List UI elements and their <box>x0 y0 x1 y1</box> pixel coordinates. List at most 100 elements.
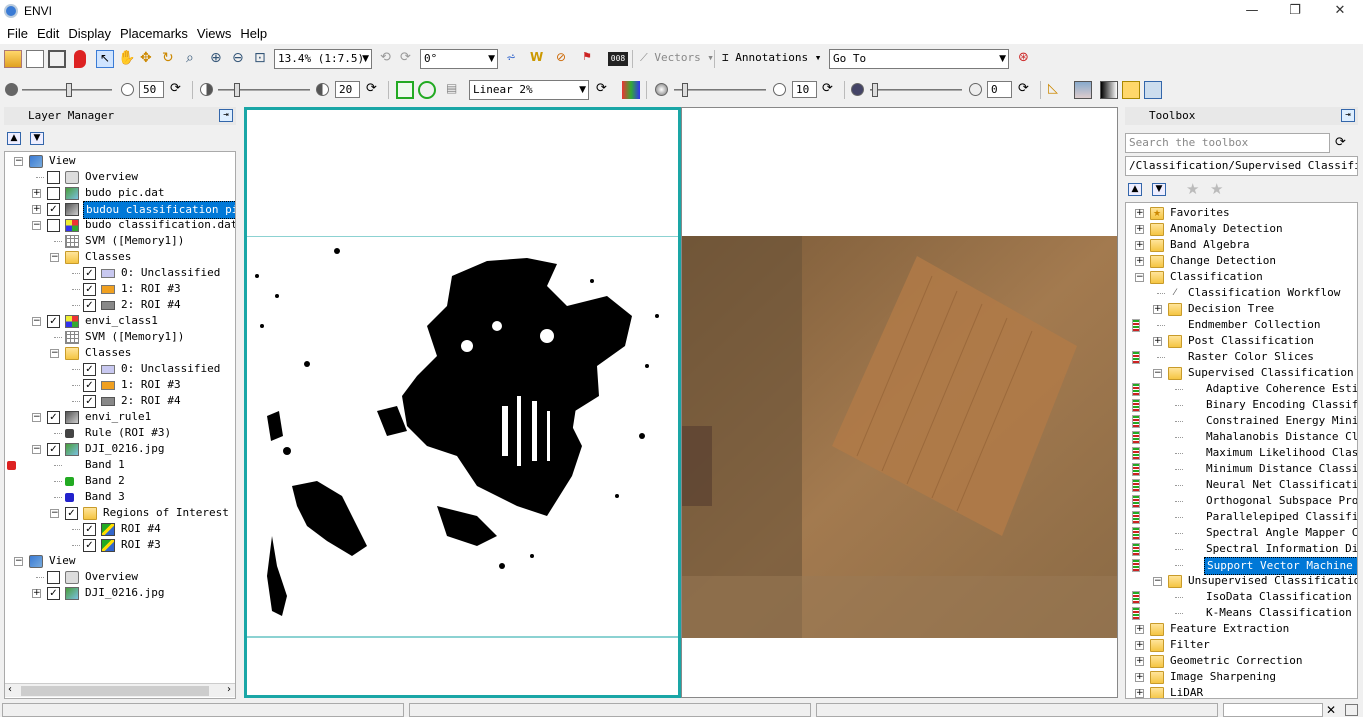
reset-stretch-icon[interactable]: ⟳ <box>596 81 614 99</box>
visibility-checkbox[interactable]: ✓ <box>65 507 78 520</box>
toolbox-row[interactable]: Adaptive Coherence Estima <box>1126 381 1357 397</box>
link-views-icon[interactable]: ⩫ <box>506 50 524 68</box>
layer-row[interactable]: ✓ 2: ROI #4 <box>5 393 235 409</box>
stretch-combo[interactable]: Linear 2% ▼ <box>469 80 589 100</box>
layer-row[interactable]: Band 3 <box>5 489 235 505</box>
toolbox-row[interactable]: + ★ Favorites <box>1126 205 1357 221</box>
layer-row[interactable]: − ✓ envi_rule1 <box>5 409 235 425</box>
open-file-icon[interactable] <box>4 50 22 68</box>
layer-row[interactable]: ✓ 1: ROI #3 <box>5 377 235 393</box>
toolbox-row[interactable]: − Unsupervised Classification <box>1126 573 1357 589</box>
layers-icon[interactable] <box>1122 81 1140 99</box>
layer-row[interactable]: Band 2 <box>5 473 235 489</box>
menu-placemarks[interactable]: Placemarks <box>120 26 188 41</box>
visibility-checkbox[interactable]: ✓ <box>83 267 96 280</box>
favorite-star-icon[interactable]: ★ <box>1186 180 1199 198</box>
toolbox-row[interactable]: + Image Sharpening <box>1126 669 1357 685</box>
pin-panel-icon[interactable]: ⇥ <box>219 109 233 122</box>
toolbox-row[interactable]: + Feature Extraction <box>1126 621 1357 637</box>
toolbox-row[interactable]: + Post Classification <box>1126 333 1357 349</box>
collapse-toggle-icon[interactable]: − <box>14 557 23 566</box>
toolbox-search-input[interactable]: Search the toolbox <box>1125 133 1330 153</box>
expand-toggle-icon[interactable]: + <box>1135 257 1144 266</box>
collapse-toggle-icon[interactable]: − <box>1153 577 1162 586</box>
collapse-toggle-icon[interactable]: − <box>50 509 59 518</box>
layer-row[interactable]: Overview <box>5 569 235 585</box>
goto-search-icon[interactable]: ⊛ <box>1018 50 1036 68</box>
toolbox-row[interactable]: Endmember Collection <box>1126 317 1357 333</box>
menu-edit[interactable]: Edit <box>37 26 59 41</box>
layer-row[interactable]: − ✓ Regions of Interest <box>5 505 235 521</box>
toolbox-row[interactable]: Mahalanobis Distance Clas <box>1126 429 1357 445</box>
collapse-toggle-icon[interactable]: − <box>32 317 41 326</box>
toolbox-row[interactable]: Spectral Information Dive <box>1126 541 1357 557</box>
layer-row[interactable]: Rule (ROI #3) <box>5 425 235 441</box>
layer-row[interactable]: + budo pic.dat <box>5 185 235 201</box>
view-2[interactable] <box>681 107 1118 698</box>
visibility-checkbox[interactable]: ✓ <box>83 379 96 392</box>
transparency-field[interactable]: 0 <box>987 81 1012 98</box>
chip-view-icon[interactable] <box>1074 81 1092 99</box>
toolbox-row[interactable]: Parallelepiped Classifica <box>1126 509 1357 525</box>
expand-toggle-icon[interactable]: + <box>1135 241 1144 250</box>
layer-row[interactable]: − budo classification.dat <box>5 217 235 233</box>
toolbox-row[interactable]: + Geometric Correction <box>1126 653 1357 669</box>
layer-row[interactable]: − View <box>5 553 235 569</box>
contrast-field[interactable]: 20 <box>335 81 360 98</box>
crop-icon[interactable] <box>48 50 66 68</box>
scroll-right-icon[interactable]: › <box>227 684 231 695</box>
brightness-field[interactable]: 50 <box>139 81 164 98</box>
visibility-checkbox[interactable]: ✓ <box>83 539 96 552</box>
collapse-toggle-icon[interactable]: − <box>1135 273 1144 282</box>
annotations-menu[interactable]: ⌶ Annotations ▾ <box>722 51 821 64</box>
goto-combo[interactable]: Go To ▼ <box>829 49 1009 69</box>
toolbox-row[interactable]: − Supervised Classification <box>1126 365 1357 381</box>
collapse-toggle-icon[interactable]: − <box>32 413 41 422</box>
collapse-toggle-icon[interactable]: − <box>14 157 23 166</box>
toolbox-row[interactable]: Maximum Likelihood Classi <box>1126 445 1357 461</box>
swipe-icon[interactable]: W <box>530 50 548 68</box>
expand-toggle-icon[interactable]: + <box>1153 305 1162 314</box>
visibility-checkbox[interactable]: ✓ <box>83 523 96 536</box>
layer-row[interactable]: ✓ 0: Unclassified <box>5 361 235 377</box>
toolbox-row[interactable]: Support Vector Machine Cl <box>1126 557 1357 575</box>
close-button[interactable]: ✕ <box>1317 0 1363 22</box>
menu-display[interactable]: Display <box>68 26 111 41</box>
toolbox-row[interactable]: Binary Encoding Classific <box>1126 397 1357 413</box>
pin-panel-icon[interactable]: ⇥ <box>1341 109 1355 122</box>
expand-all-icon[interactable]: ▼ <box>1152 183 1166 196</box>
expand-toggle-icon[interactable]: + <box>1135 657 1144 666</box>
placemark-icon[interactable] <box>74 50 86 68</box>
visibility-checkbox[interactable] <box>47 219 60 232</box>
toolbox-row[interactable]: + Decision Tree <box>1126 301 1357 317</box>
expand-toggle-icon[interactable]: + <box>32 589 41 598</box>
layer-row[interactable]: + ✓ DJI_0216.jpg <box>5 585 235 601</box>
collapse-toggle-icon[interactable]: − <box>1153 369 1162 378</box>
cursor-value-icon[interactable]: 008 <box>608 52 628 66</box>
reset-brightness-icon[interactable]: ⟳ <box>170 81 188 99</box>
collapse-toggle-icon[interactable]: − <box>32 221 41 230</box>
data-extent-icon[interactable] <box>418 81 436 99</box>
brightness-thumb[interactable] <box>66 83 72 97</box>
zoom-combo[interactable]: 13.4% (1:7.5) ▼ <box>274 49 372 69</box>
reset-contrast-icon[interactable]: ⟳ <box>366 81 384 99</box>
toolbox-row[interactable]: Constrained Energy Minimi <box>1126 413 1357 429</box>
collapse-toggle-icon[interactable]: − <box>50 349 59 358</box>
layer-row[interactable]: SVM ([Memory1]) <box>5 233 235 249</box>
toolbox-row[interactable]: + Change Detection <box>1126 253 1357 269</box>
menu-help[interactable]: Help <box>240 26 267 41</box>
toolbox-row[interactable]: Spectral Angle Mapper Cla <box>1126 525 1357 541</box>
toolbox-row[interactable]: Orthogonal Subspace Proje <box>1126 493 1357 509</box>
collapse-all-icon[interactable]: ▲ <box>1128 183 1142 196</box>
rotate-icon[interactable]: ↻ <box>162 50 180 68</box>
visibility-checkbox[interactable]: ✓ <box>83 395 96 408</box>
rotation-combo[interactable]: 0° ▼ <box>420 49 498 69</box>
sharpen-thumb[interactable] <box>682 83 688 97</box>
layer-row[interactable]: Band 1 <box>5 457 235 473</box>
menu-views[interactable]: Views <box>197 26 231 41</box>
visibility-checkbox[interactable]: ✓ <box>83 283 96 296</box>
process-manager-icon[interactable] <box>1345 704 1358 716</box>
layer-row[interactable]: − ✓ envi_class1 <box>5 313 235 329</box>
reset-transparency-icon[interactable]: ⟳ <box>1018 81 1036 99</box>
toolbox-row[interactable]: Minimum Distance Classifi <box>1126 461 1357 477</box>
